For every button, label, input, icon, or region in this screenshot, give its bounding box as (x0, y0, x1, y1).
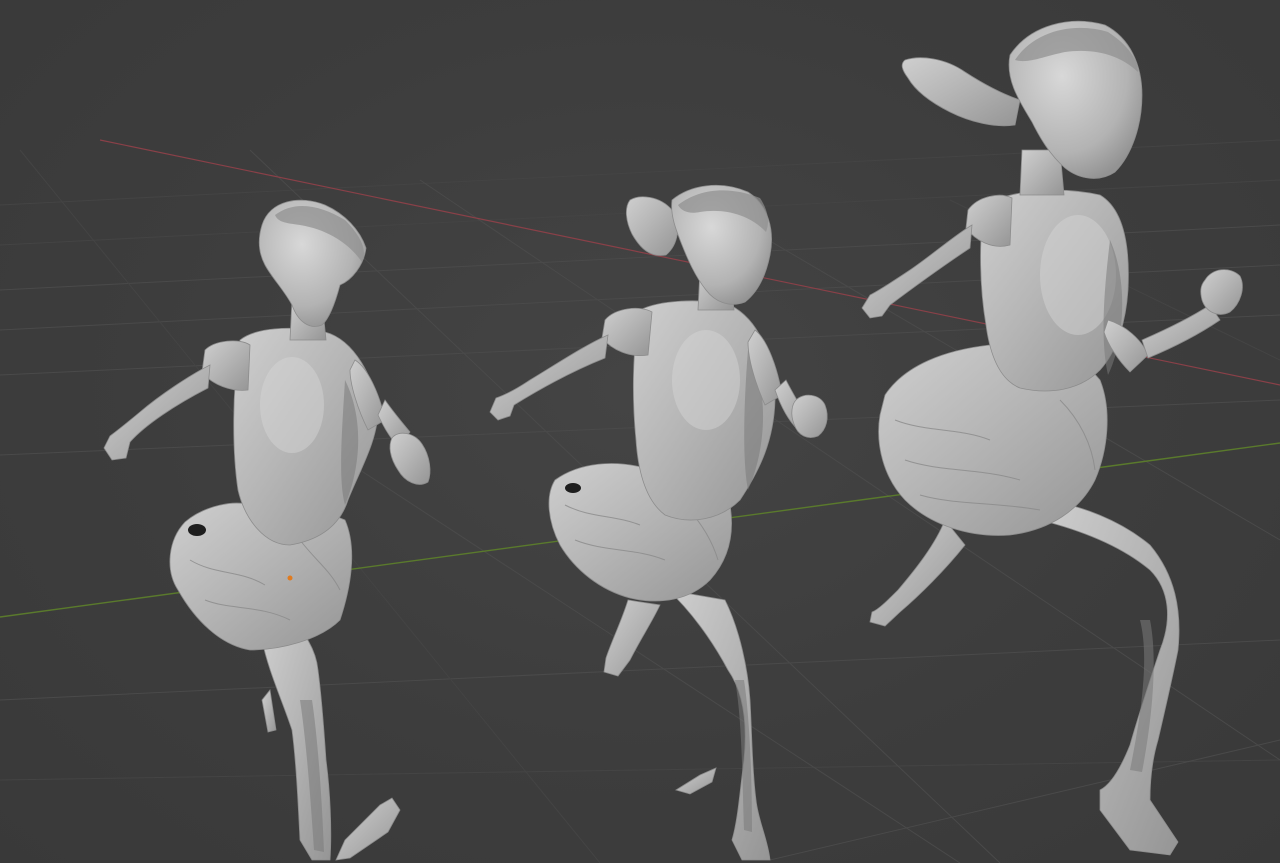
sculpt-figure-left[interactable] (103, 199, 431, 861)
3d-viewport[interactable] (0, 0, 1280, 863)
origin-marker-icon (287, 575, 293, 581)
viewport-canvas[interactable] (0, 0, 1280, 863)
sculpt-figure-right[interactable] (861, 20, 1243, 856)
sculpt-figure-center[interactable] (489, 184, 828, 861)
